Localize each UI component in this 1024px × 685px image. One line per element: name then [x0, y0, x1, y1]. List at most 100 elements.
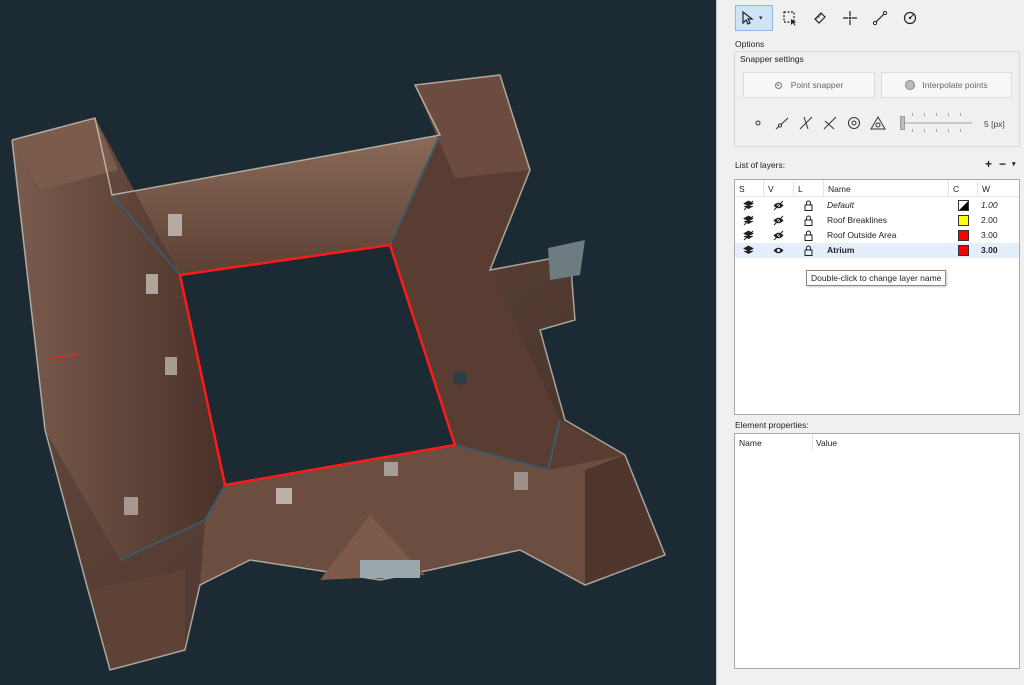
- snap-intersection-button[interactable]: [798, 115, 814, 131]
- layer-menu-button[interactable]: ▾: [1012, 160, 1016, 171]
- snap-triangle-icon: [870, 116, 886, 130]
- col-v[interactable]: V: [768, 184, 774, 194]
- layer-color-swatch[interactable]: [958, 200, 969, 211]
- layer-width[interactable]: 2.00: [981, 215, 998, 225]
- chimney: [124, 497, 138, 515]
- right-panel: ▾ Options Snapper settings Point snapper…: [716, 0, 1024, 685]
- snap-point-button[interactable]: [750, 115, 766, 131]
- layer-row[interactable]: Default 1.00: [735, 198, 1019, 213]
- layer-name[interactable]: Roof Outside Area: [827, 230, 896, 240]
- layer-row[interactable]: Roof Outside Area 3.00: [735, 228, 1019, 243]
- entrance-roof: [360, 560, 420, 578]
- snap-point-icon: [755, 120, 761, 126]
- circle-tool-button[interactable]: [897, 5, 923, 31]
- snap-triangle-button[interactable]: [870, 115, 886, 131]
- layer-width[interactable]: 3.00: [981, 245, 998, 255]
- chimney: [514, 472, 528, 490]
- snapper-settings-group: [734, 51, 1020, 147]
- roof-pavilion-se: [585, 455, 665, 585]
- layer-actions: + − ▾: [978, 157, 1016, 171]
- eye-icon[interactable]: [773, 200, 784, 211]
- col-w[interactable]: W: [982, 184, 990, 194]
- rename-tooltip: Double-click to change layer name: [806, 270, 947, 286]
- layer-name[interactable]: Atrium: [827, 245, 854, 255]
- chimney: [146, 274, 158, 294]
- crosshair-point-icon: [843, 11, 857, 25]
- lock-icon[interactable]: [803, 200, 814, 211]
- layer-color-swatch[interactable]: [958, 245, 969, 256]
- measure-tool-button[interactable]: [807, 5, 833, 31]
- layer-name[interactable]: Roof Breaklines: [827, 215, 887, 225]
- add-layer-button[interactable]: +: [985, 157, 992, 171]
- tower: [548, 240, 585, 280]
- select-tool-button[interactable]: ▾: [735, 5, 773, 31]
- layer-width[interactable]: 3.00: [981, 230, 998, 240]
- tool-toolbar: ▾: [735, 5, 927, 31]
- eye-icon[interactable]: [773, 215, 784, 226]
- select-arrow-icon: [742, 10, 754, 25]
- lock-icon[interactable]: [803, 215, 814, 226]
- eye-icon[interactable]: [773, 245, 784, 256]
- col-s[interactable]: S: [739, 184, 745, 194]
- col-l[interactable]: L: [798, 184, 803, 194]
- layer-row[interactable]: Roof Breaklines 2.00: [735, 213, 1019, 228]
- interpolate-points-icon: [905, 80, 916, 90]
- layers-list-label: List of layers:: [735, 160, 786, 170]
- line-tool-icon: [872, 10, 888, 26]
- layer-stack-icon[interactable]: [743, 215, 754, 226]
- layer-color-swatch[interactable]: [958, 215, 969, 226]
- snap-mode-icons: [750, 115, 894, 131]
- snap-line-icon: [775, 117, 789, 130]
- layers-table-header: S V L Name C W: [735, 180, 1019, 197]
- layer-name[interactable]: Default: [827, 200, 854, 210]
- interpolate-points-label: Interpolate points: [922, 80, 988, 90]
- line-tool-button[interactable]: [867, 5, 893, 31]
- interpolate-points-button[interactable]: Interpolate points: [881, 72, 1012, 98]
- snap-line-button[interactable]: [774, 115, 790, 131]
- snap-circle-button[interactable]: [846, 115, 862, 131]
- ruler-icon: [814, 12, 826, 24]
- layer-stack-icon[interactable]: [743, 245, 754, 256]
- options-label: Options: [735, 39, 765, 49]
- layer-stack-icon[interactable]: [743, 230, 754, 241]
- building-point-cloud: [11, 74, 666, 671]
- chimney: [165, 357, 177, 375]
- lock-icon[interactable]: [803, 245, 814, 256]
- remove-layer-button[interactable]: −: [999, 157, 1006, 171]
- chimney: [276, 488, 292, 504]
- snapper-settings-title: Snapper settings: [740, 54, 804, 64]
- snap-radius-value: 5 [px]: [984, 119, 1005, 129]
- element-properties-label: Element properties:: [735, 420, 809, 430]
- col-prop-value[interactable]: Value: [816, 438, 837, 448]
- point-snapper-label: Point snapper: [790, 80, 844, 90]
- rectangle-select-button[interactable]: [777, 5, 803, 31]
- snap-intersection-icon: [799, 116, 813, 130]
- layer-stack-icon[interactable]: [743, 200, 754, 211]
- slider-track: [900, 122, 972, 124]
- status-strip: [717, 676, 1024, 685]
- point-snapper-button[interactable]: Point snapper: [743, 72, 875, 98]
- lock-icon[interactable]: [803, 230, 814, 241]
- snap-circle-icon: [848, 117, 860, 129]
- layer-row-selected[interactable]: Atrium 3.00: [735, 243, 1019, 258]
- eye-icon[interactable]: [773, 230, 784, 241]
- layers-table: S V L Name C W Default 1.00 Roof Breakli…: [734, 179, 1020, 415]
- chimney: [168, 214, 182, 236]
- layer-color-swatch[interactable]: [958, 230, 969, 241]
- point-snapper-icon: [774, 81, 782, 89]
- slider-thumb[interactable]: [900, 116, 905, 130]
- col-name[interactable]: Name: [828, 184, 851, 194]
- element-properties-table: Name Value: [734, 433, 1020, 669]
- layer-width[interactable]: 1.00: [981, 200, 998, 210]
- rectangle-select-icon: [783, 11, 797, 26]
- dormer: [453, 371, 467, 385]
- snap-perpendicular-icon: [823, 116, 837, 130]
- snap-radius-slider[interactable]: [900, 113, 974, 133]
- col-c[interactable]: C: [953, 184, 959, 194]
- point-tool-button[interactable]: [837, 5, 863, 31]
- chimney: [384, 462, 398, 476]
- chevron-down-icon[interactable]: ▾: [759, 14, 763, 22]
- snap-perpendicular-button[interactable]: [822, 115, 838, 131]
- point-cloud-viewport[interactable]: [0, 0, 716, 685]
- col-prop-name[interactable]: Name: [739, 438, 762, 448]
